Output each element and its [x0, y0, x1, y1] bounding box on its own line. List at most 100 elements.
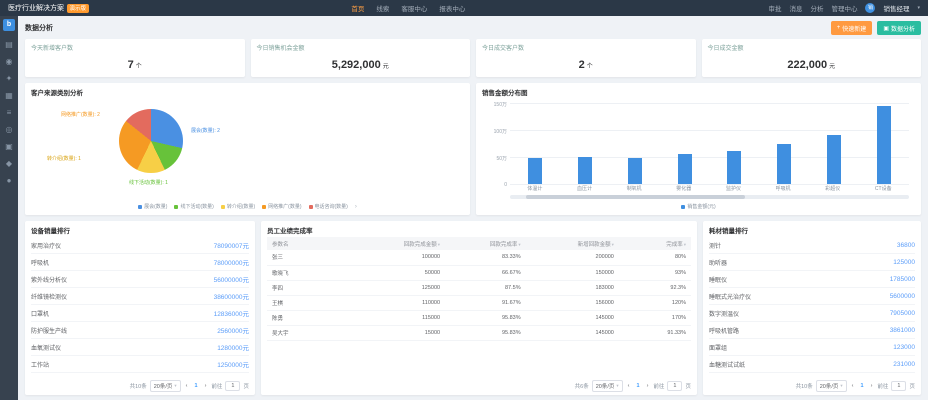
current-page[interactable]: 1	[859, 383, 866, 389]
list-item[interactable]: 面罩组123000	[709, 339, 915, 356]
legend-item[interactable]: 电话咨询(数量)	[309, 203, 348, 210]
filter-icon[interactable]: ▾	[684, 242, 686, 247]
item-value: 36800	[897, 242, 915, 249]
nav-tab[interactable]: 线索	[376, 3, 389, 13]
bar[interactable]	[727, 151, 741, 184]
next-page-button[interactable]: ›	[203, 383, 209, 389]
reports-icon[interactable]: ▣	[0, 138, 18, 155]
table-cell: 110000	[352, 295, 445, 310]
nav-link[interactable]: 分析	[810, 3, 823, 13]
list-item[interactable]: 血糖测试试纸231000	[709, 356, 915, 373]
quick-create-button[interactable]: + 快速新建	[831, 21, 873, 35]
avatar[interactable]: 销	[865, 3, 875, 13]
table-cell: 80%	[619, 250, 691, 265]
chevron-right-icon[interactable]: ›	[355, 204, 357, 210]
page-size-select[interactable]: 20条/页▾	[150, 380, 181, 392]
page-size-select[interactable]: 20条/页▾	[592, 380, 623, 392]
column-header[interactable]: 新增回款金额▾	[526, 237, 619, 250]
list-item[interactable]: 呼吸机管路3861000	[709, 322, 915, 339]
pie-chart[interactable]	[119, 109, 183, 173]
nav-link[interactable]: 审批	[768, 3, 781, 13]
next-page-button[interactable]: ›	[645, 383, 651, 389]
column-header[interactable]: 完成率▾	[619, 237, 691, 250]
list-item[interactable]: 睡眠式光治疗仪5600000	[709, 288, 915, 305]
item-name: 血氧测试仪	[31, 343, 61, 352]
analysis-icon[interactable]: ◆	[0, 155, 18, 172]
list-item[interactable]: 助听器125000	[709, 254, 915, 271]
filter-icon[interactable]: ▾	[518, 242, 520, 247]
orders-icon[interactable]: ≡	[0, 104, 18, 121]
next-page-button[interactable]: ›	[869, 383, 875, 389]
prev-page-button[interactable]: ‹	[850, 383, 856, 389]
bar[interactable]	[678, 154, 692, 184]
bar[interactable]	[877, 106, 891, 184]
nav-link[interactable]: 消息	[789, 3, 802, 13]
chart-scrollbar[interactable]	[510, 195, 909, 199]
table-row[interactable]: 陈勇11500095.83%145000170%	[267, 310, 691, 325]
table-row[interactable]: 吴大宇1500095.83%14500091.33%	[267, 325, 691, 340]
table-row[interactable]: 王棋11000091.67%156000120%	[267, 295, 691, 310]
goto-page-input[interactable]: 1	[667, 381, 682, 391]
x-axis-label: 监护仪	[726, 185, 741, 192]
goto-page-input[interactable]: 1	[891, 381, 906, 391]
legend-swatch	[309, 205, 313, 209]
list-item[interactable]: 睡眠仪1785000	[709, 271, 915, 288]
products-icon[interactable]: ▦	[0, 87, 18, 104]
filter-icon[interactable]: ▾	[612, 242, 614, 247]
table-cell: 100000	[352, 250, 445, 265]
legend-item[interactable]: 销售金额(元)	[681, 203, 715, 210]
table-row[interactable]: 歌晓飞5000066.67%15000093%	[267, 265, 691, 280]
logo-icon[interactable]: b	[3, 19, 15, 31]
user-menu[interactable]: 销售经理	[883, 3, 909, 13]
list-item[interactable]: 数字测温仪7905000	[709, 305, 915, 322]
table-row[interactable]: 张三10000083.33%20000080%	[267, 250, 691, 265]
list-item[interactable]: 测针36800	[709, 237, 915, 254]
scrollbar-thumb[interactable]	[526, 195, 745, 199]
list-item[interactable]: 防护服生产线2560000元	[31, 322, 249, 339]
bar[interactable]	[578, 157, 592, 184]
list-item[interactable]: 工作站1250000元	[31, 356, 249, 373]
page-size-select[interactable]: 20条/页▾	[816, 380, 847, 392]
legend-item[interactable]: 线下活动(数量)	[174, 203, 213, 210]
list-item[interactable]: 紫外线分析仪56000000元	[31, 271, 249, 288]
settings-icon[interactable]: ●	[0, 172, 18, 189]
customers-icon[interactable]: ◉	[0, 53, 18, 70]
goto-page-input[interactable]: 1	[225, 381, 240, 391]
item-value: 1785000	[890, 276, 915, 283]
legend-item[interactable]: 展会(数量)	[138, 203, 167, 210]
list-item[interactable]: 纤维镜检测仪38600000元	[31, 288, 249, 305]
goto-label: 前往	[877, 382, 888, 390]
bar[interactable]	[827, 135, 841, 184]
prev-page-button[interactable]: ‹	[626, 383, 632, 389]
column-header[interactable]: 回款完成率▾	[445, 237, 526, 250]
list-item[interactable]: 呼吸机78000000元	[31, 254, 249, 271]
bar-chart-card: 销售金额分布图 150万100万50万0 体温计血压计制氧机雾化器监护仪呼吸机彩…	[476, 83, 921, 215]
list-item[interactable]: 家用治疗仪78090007元	[31, 237, 249, 254]
x-axis-label: 呼吸机	[776, 185, 791, 192]
bar[interactable]	[628, 158, 642, 184]
column-header[interactable]: 回款完成金额▾	[352, 237, 445, 250]
filter-icon[interactable]: ▾	[438, 242, 440, 247]
list-item[interactable]: 口罩机12836000元	[31, 305, 249, 322]
bar-chart[interactable]: 150万100万50万0	[510, 103, 909, 184]
column-header[interactable]: 参数名	[267, 237, 352, 250]
data-analysis-button[interactable]: ▣ 数据分析	[877, 21, 921, 35]
list-item[interactable]: 血氧测试仪1280000元	[31, 339, 249, 356]
nav-tab[interactable]: 报表中心	[439, 3, 465, 13]
opportunity-icon[interactable]: ✦	[0, 70, 18, 87]
nav-tab[interactable]: 客服中心	[401, 3, 427, 13]
prev-page-button[interactable]: ‹	[184, 383, 190, 389]
table-row[interactable]: 李四12500087.5%18300092.3%	[267, 280, 691, 295]
dashboard-icon[interactable]: ▤	[0, 36, 18, 53]
legend-item[interactable]: 网络推广(数量)	[262, 203, 301, 210]
nav-tab[interactable]: 首页	[351, 3, 364, 13]
bar[interactable]	[528, 158, 542, 184]
nav-link[interactable]: 管理中心	[831, 3, 857, 13]
current-page[interactable]: 1	[635, 383, 642, 389]
legend-item[interactable]: 转介绍(数量)	[221, 203, 255, 210]
bar[interactable]	[777, 144, 791, 185]
item-value: 7905000	[890, 310, 915, 317]
service-icon[interactable]: ◎	[0, 121, 18, 138]
chevron-down-icon: ▾	[174, 383, 176, 389]
current-page[interactable]: 1	[193, 383, 200, 389]
